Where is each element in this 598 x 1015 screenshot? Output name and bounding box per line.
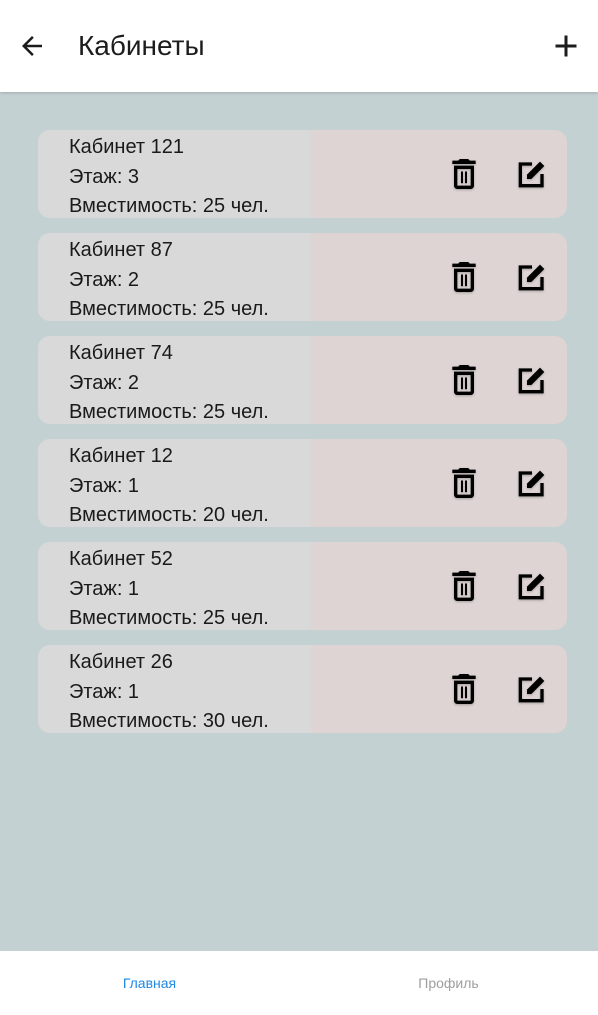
delete-room-button[interactable]	[444, 566, 484, 606]
trash-icon	[452, 468, 476, 498]
room-info: Кабинет 121 Этаж: 3 Вместимость: 25 чел.	[69, 133, 269, 218]
edit-square-icon	[518, 264, 545, 291]
room-floor: Этаж: 1	[69, 680, 140, 703]
bottom-navigation: Главная Профиль	[0, 951, 598, 1015]
room-card[interactable]: Кабинет 74 Этаж: 2 Вместимость: 25 чел.	[38, 336, 567, 424]
app-screen: Кабинеты Кабинет 121 Этаж: 3 Вместимость…	[0, 0, 598, 1015]
trash-icon	[452, 365, 476, 395]
room-name: Кабинет 26	[69, 651, 173, 673]
room-floor: Этаж: 2	[69, 268, 140, 291]
room-name: Кабинет 87	[69, 239, 173, 261]
back-button[interactable]	[14, 28, 50, 64]
room-info: Кабинет 12 Этаж: 1 Вместимость: 20 чел.	[69, 442, 269, 527]
nav-item-profile[interactable]: Профиль	[299, 951, 598, 1015]
room-floor: Этаж: 3	[69, 165, 140, 188]
room-card[interactable]: Кабинет 87 Этаж: 2 Вместимость: 25 чел.	[38, 233, 567, 321]
room-name: Кабинет 121	[69, 136, 184, 158]
room-capacity: Вместимость: 25 чел.	[69, 195, 269, 217]
edit-room-button[interactable]	[512, 257, 552, 297]
room-name: Кабинет 12	[69, 445, 173, 467]
trash-icon	[452, 674, 476, 704]
top-app-bar: Кабинеты	[0, 0, 598, 92]
plus-icon	[555, 35, 577, 57]
room-floor: Этаж: 1	[69, 474, 140, 497]
edit-room-button[interactable]	[512, 154, 552, 194]
nav-item-home[interactable]: Главная	[0, 951, 299, 1015]
edit-square-icon	[518, 367, 545, 394]
room-name: Кабинет 52	[69, 548, 173, 570]
delete-room-button[interactable]	[444, 257, 484, 297]
arrow-left-icon	[22, 36, 42, 56]
edit-square-icon	[518, 573, 545, 600]
room-card[interactable]: Кабинет 52 Этаж: 1 Вместимость: 25 чел.	[38, 542, 567, 630]
room-capacity: Вместимость: 20 чел.	[69, 504, 269, 526]
rooms-list: Кабинет 121 Этаж: 3 Вместимость: 25 чел.…	[38, 130, 567, 748]
edit-room-button[interactable]	[512, 463, 552, 503]
edit-room-button[interactable]	[512, 566, 552, 606]
room-info: Кабинет 52 Этаж: 1 Вместимость: 25 чел.	[69, 545, 269, 630]
delete-room-button[interactable]	[444, 669, 484, 709]
room-capacity: Вместимость: 30 чел.	[69, 710, 269, 732]
delete-room-button[interactable]	[444, 463, 484, 503]
trash-icon	[452, 159, 476, 189]
edit-square-icon	[518, 161, 545, 188]
trash-icon	[452, 571, 476, 601]
room-info: Кабинет 26 Этаж: 1 Вместимость: 30 чел.	[69, 648, 269, 733]
delete-room-button[interactable]	[444, 360, 484, 400]
page-title: Кабинеты	[78, 30, 205, 61]
room-card[interactable]: Кабинет 121 Этаж: 3 Вместимость: 25 чел.	[38, 130, 567, 218]
room-info: Кабинет 74 Этаж: 2 Вместимость: 25 чел.	[69, 339, 269, 424]
room-capacity: Вместимость: 25 чел.	[69, 401, 269, 423]
room-card[interactable]: Кабинет 26 Этаж: 1 Вместимость: 30 чел.	[38, 645, 567, 733]
room-floor: Этаж: 2	[69, 371, 140, 394]
add-room-button[interactable]	[546, 26, 586, 66]
trash-icon	[452, 262, 476, 292]
room-capacity: Вместимость: 25 чел.	[69, 607, 269, 629]
room-info: Кабинет 87 Этаж: 2 Вместимость: 25 чел.	[69, 236, 269, 321]
edit-square-icon	[518, 676, 545, 703]
room-name: Кабинет 74	[69, 342, 173, 364]
edit-room-button[interactable]	[512, 669, 552, 709]
room-floor: Этаж: 1	[69, 577, 140, 600]
room-capacity: Вместимость: 25 чел.	[69, 298, 269, 320]
edit-square-icon	[518, 470, 545, 497]
delete-room-button[interactable]	[444, 154, 484, 194]
room-card[interactable]: Кабинет 12 Этаж: 1 Вместимость: 20 чел.	[38, 439, 567, 527]
edit-room-button[interactable]	[512, 360, 552, 400]
